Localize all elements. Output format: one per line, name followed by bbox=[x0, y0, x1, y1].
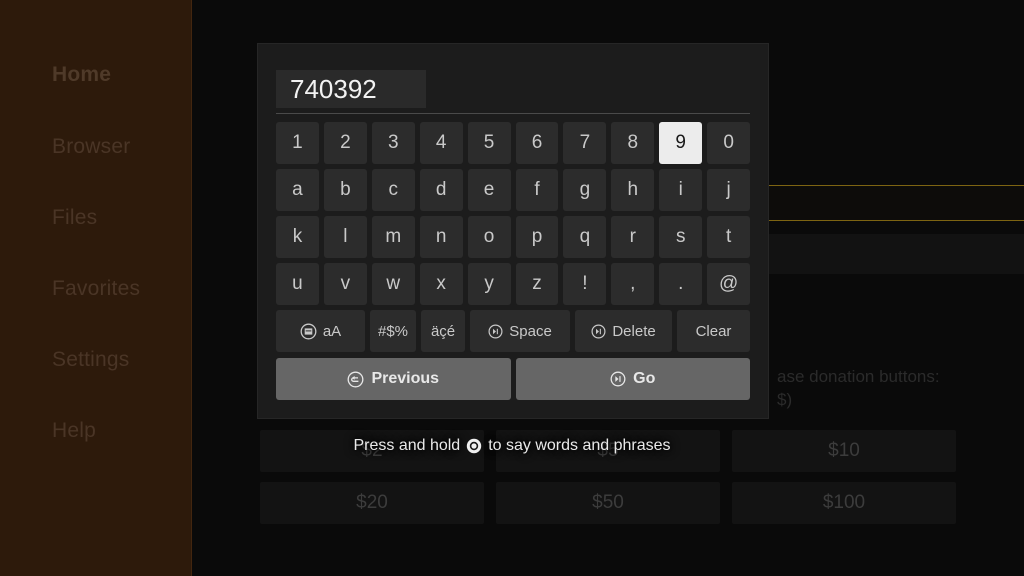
key-p[interactable]: p bbox=[515, 216, 559, 258]
key-8[interactable]: 8 bbox=[611, 122, 655, 164]
key-l[interactable]: l bbox=[323, 216, 367, 258]
key-t[interactable]: t bbox=[707, 216, 751, 258]
key-9[interactable]: 9 bbox=[659, 122, 703, 164]
go-button[interactable]: Go bbox=[515, 358, 750, 400]
donation-button-50[interactable]: $50 bbox=[496, 482, 720, 524]
key-accents[interactable]: äçé bbox=[421, 310, 466, 352]
voice-hint: Press and hold to say words and phrases bbox=[0, 437, 1024, 455]
key-at[interactable]: @ bbox=[707, 263, 751, 305]
key-n[interactable]: n bbox=[419, 216, 463, 258]
key-d[interactable]: d bbox=[419, 169, 463, 211]
keyboard-keys: 1 2 3 4 5 6 7 8 9 0 a b c d e f g h i j … bbox=[276, 122, 751, 400]
play-pause-icon bbox=[610, 371, 626, 387]
key-case-toggle-label: aA bbox=[322, 322, 342, 340]
keyboard-row-kt: k l m n o p q r s t bbox=[276, 216, 751, 258]
donation-amount-input[interactable] bbox=[747, 185, 1024, 221]
previous-button-label: Previous bbox=[371, 370, 440, 387]
donation-button-100[interactable]: $100 bbox=[732, 482, 956, 524]
key-y[interactable]: y bbox=[467, 263, 511, 305]
play-pause-icon bbox=[591, 323, 606, 339]
key-g[interactable]: g bbox=[563, 169, 607, 211]
previous-button[interactable]: Previous bbox=[276, 358, 511, 400]
key-s[interactable]: s bbox=[659, 216, 703, 258]
key-z[interactable]: z bbox=[515, 263, 559, 305]
donation-hint-line-1: ase donation buttons: bbox=[777, 367, 940, 386]
key-comma[interactable]: , bbox=[611, 263, 655, 305]
donation-button-20[interactable]: $20 bbox=[260, 482, 484, 524]
key-j[interactable]: j bbox=[707, 169, 751, 211]
sidebar-item-home[interactable]: Home bbox=[52, 63, 111, 87]
key-w[interactable]: w bbox=[371, 263, 415, 305]
onscreen-keyboard-dialog: 740392 1 2 3 4 5 6 7 8 9 0 a b c d e f g… bbox=[258, 44, 768, 418]
key-k[interactable]: k bbox=[276, 216, 319, 258]
key-7[interactable]: 7 bbox=[563, 122, 607, 164]
key-e[interactable]: e bbox=[467, 169, 511, 211]
key-x[interactable]: x bbox=[419, 263, 463, 305]
key-0[interactable]: 0 bbox=[707, 122, 751, 164]
key-case-toggle[interactable]: aA bbox=[276, 310, 365, 352]
sidebar-item-files[interactable]: Files bbox=[52, 206, 97, 230]
keyboard-row-numbers: 1 2 3 4 5 6 7 8 9 0 bbox=[276, 122, 751, 164]
key-space-label: Space bbox=[509, 322, 552, 340]
keyboard-text-input[interactable]: 740392 bbox=[276, 70, 426, 108]
key-1[interactable]: 1 bbox=[276, 122, 319, 164]
back-arrow-icon bbox=[347, 371, 364, 388]
background-panel bbox=[747, 234, 1024, 274]
key-i[interactable]: i bbox=[659, 169, 703, 211]
keyboard-input-row: 740392 bbox=[276, 70, 750, 114]
key-r[interactable]: r bbox=[611, 216, 655, 258]
key-symbols[interactable]: #$% bbox=[370, 310, 417, 352]
key-u[interactable]: u bbox=[276, 263, 319, 305]
key-5[interactable]: 5 bbox=[467, 122, 511, 164]
key-delete-label: Delete bbox=[612, 322, 656, 340]
key-6[interactable]: 6 bbox=[515, 122, 559, 164]
go-button-label: Go bbox=[633, 370, 656, 387]
key-m[interactable]: m bbox=[371, 216, 415, 258]
key-a[interactable]: a bbox=[276, 169, 319, 211]
voice-hint-text-after: to say words and phrases bbox=[488, 437, 671, 454]
sidebar-item-settings[interactable]: Settings bbox=[52, 348, 129, 372]
voice-hint-text-before: Press and hold bbox=[353, 437, 461, 454]
key-3[interactable]: 3 bbox=[371, 122, 415, 164]
key-f[interactable]: f bbox=[515, 169, 559, 211]
key-v[interactable]: v bbox=[323, 263, 367, 305]
play-pause-icon bbox=[488, 323, 503, 339]
key-c[interactable]: c bbox=[371, 169, 415, 211]
key-o[interactable]: o bbox=[467, 216, 511, 258]
caps-toggle-icon bbox=[300, 323, 317, 340]
microphone-button-icon bbox=[466, 438, 482, 454]
keyboard-row-uz: u v w x y z ! , . @ bbox=[276, 263, 751, 305]
key-space[interactable]: Space bbox=[470, 310, 571, 352]
keyboard-function-row: aA #$% äçé Space Delete Clear bbox=[276, 310, 750, 352]
key-b[interactable]: b bbox=[323, 169, 367, 211]
key-q[interactable]: q bbox=[563, 216, 607, 258]
key-h[interactable]: h bbox=[611, 169, 655, 211]
donation-hint-line-2: $) bbox=[777, 390, 793, 409]
sidebar-item-browser[interactable]: Browser bbox=[52, 135, 130, 159]
key-delete[interactable]: Delete bbox=[575, 310, 673, 352]
keyboard-row-aj: a b c d e f g h i j bbox=[276, 169, 751, 211]
key-4[interactable]: 4 bbox=[419, 122, 463, 164]
key-exclam[interactable]: ! bbox=[563, 263, 607, 305]
key-period[interactable]: . bbox=[659, 263, 703, 305]
keyboard-action-row: Previous Go bbox=[276, 358, 750, 400]
app-root: Home Browser Files Favorites Settings He… bbox=[0, 0, 1024, 576]
sidebar-item-favorites[interactable]: Favorites bbox=[52, 277, 140, 301]
key-clear[interactable]: Clear bbox=[677, 310, 750, 352]
main-sidebar: Home Browser Files Favorites Settings He… bbox=[0, 0, 192, 576]
key-2[interactable]: 2 bbox=[323, 122, 367, 164]
